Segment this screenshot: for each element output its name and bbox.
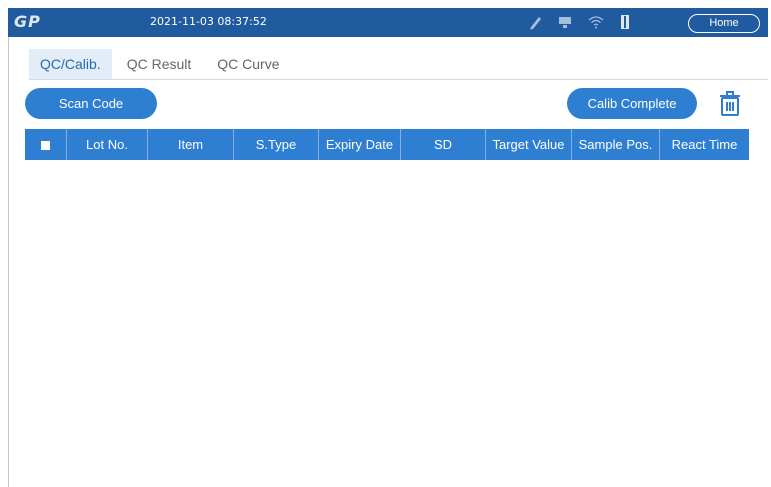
column-header-item: Item (148, 129, 234, 160)
datetime-display: 2021-11-03 08:37:52 (150, 15, 267, 28)
door-icon (618, 14, 632, 30)
column-header-target-value: Target Value (486, 129, 572, 160)
scan-code-button[interactable]: Scan Code (25, 88, 157, 119)
column-header-expiry-date: Expiry Date (319, 129, 401, 160)
status-icons (528, 14, 632, 30)
calib-complete-button[interactable]: Calib Complete (567, 88, 697, 119)
column-header-sd: SD (401, 129, 486, 160)
wifi-icon (588, 14, 604, 30)
trash-icon[interactable] (719, 90, 741, 117)
table-header: Lot No. Item S.Type Expiry Date SD Targe… (25, 129, 749, 160)
table-body (25, 160, 749, 480)
column-header-lot-no: Lot No. (67, 129, 148, 160)
column-header-sample-pos: Sample Pos. (572, 129, 660, 160)
left-border (8, 37, 9, 487)
status-bar: GP 2021-11-03 08:37:52 Home (8, 8, 768, 37)
checkbox-icon (41, 141, 50, 151)
home-button[interactable]: Home (688, 14, 760, 33)
tab-divider (29, 79, 768, 80)
select-all-checkbox[interactable] (25, 129, 67, 160)
pen-icon (528, 14, 542, 30)
column-header-s-type: S.Type (234, 129, 319, 160)
tab-bar: QC/Calib. QC Result QC Curve (29, 49, 295, 79)
column-header-react-time: React Time (671, 137, 738, 152)
tab-qc-curve[interactable]: QC Curve (206, 49, 290, 79)
monitor-icon (558, 14, 572, 30)
tab-qc-calib[interactable]: QC/Calib. (29, 49, 112, 79)
brand-logo: GP (14, 12, 41, 31)
tab-qc-result[interactable]: QC Result (116, 49, 203, 79)
